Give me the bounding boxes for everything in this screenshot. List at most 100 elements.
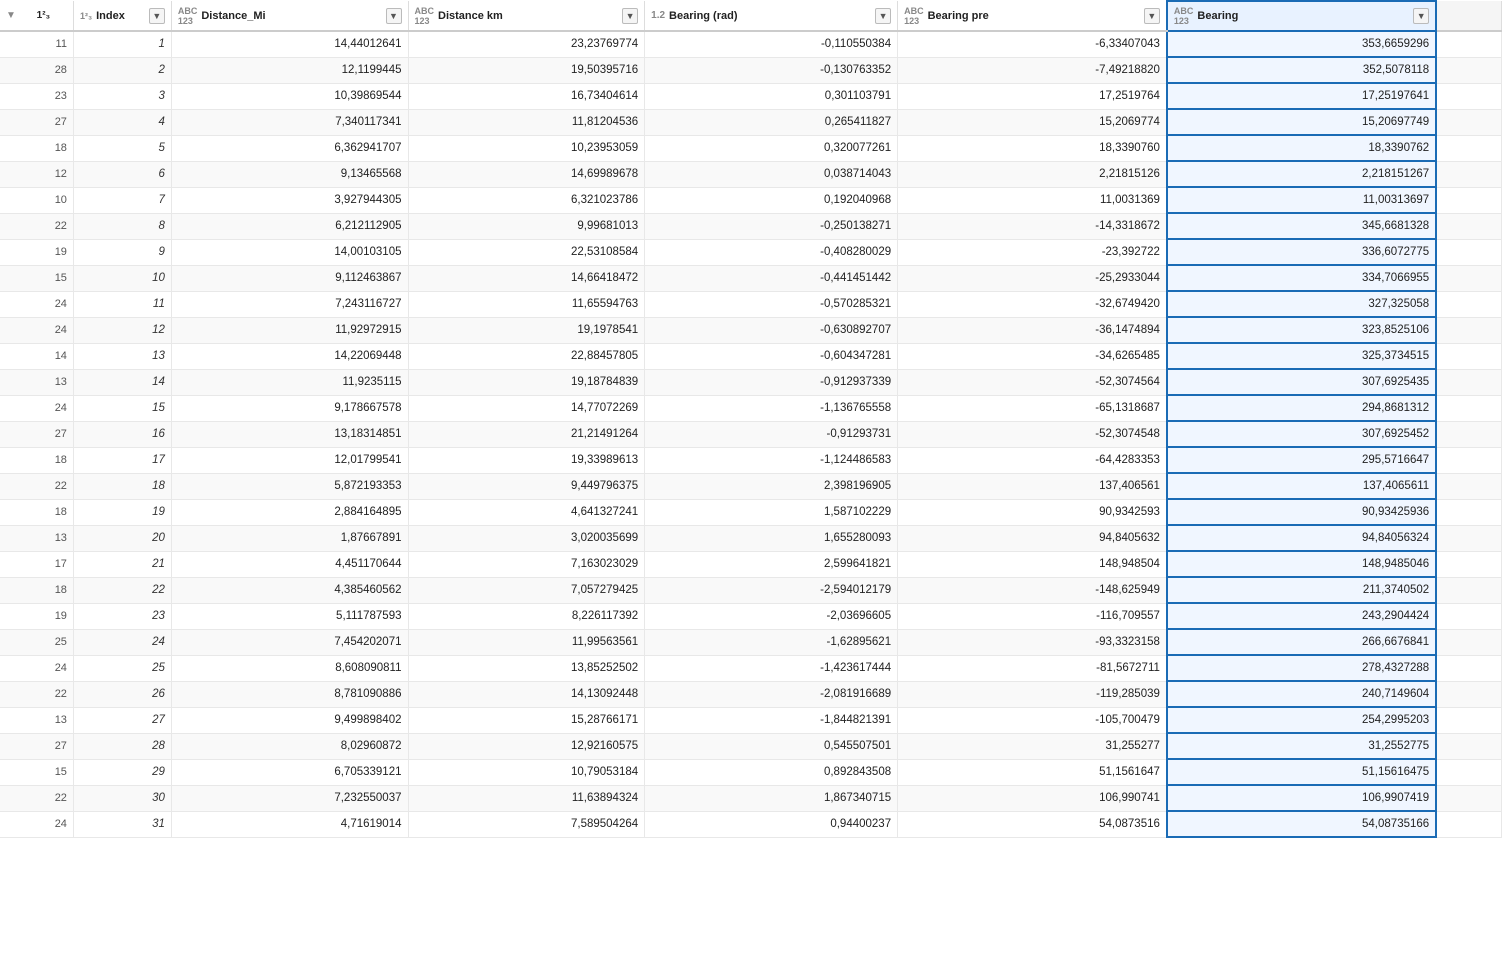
table-cell: -2,081916689 <box>645 681 898 707</box>
row-idx-icon: ▼ <box>6 10 16 21</box>
bearing-filter-btn[interactable]: ▼ <box>1413 8 1429 24</box>
table-cell: 13,85252502 <box>408 655 645 681</box>
table-cell: 1,587102229 <box>645 499 898 525</box>
table-cell <box>1436 473 1501 499</box>
table-cell: -34,6265485 <box>898 343 1167 369</box>
table-cell: 14,69989678 <box>408 161 645 187</box>
table-cell: 137,406561 <box>898 473 1167 499</box>
table-cell: 2,884164895 <box>171 499 408 525</box>
table-cell: 10,23953059 <box>408 135 645 161</box>
table-cell: 24 <box>0 317 73 343</box>
bearing-rad-filter-btn[interactable]: ▼ <box>875 8 891 24</box>
table-cell <box>1436 655 1501 681</box>
table-cell: 8,781090886 <box>171 681 408 707</box>
col-header-bearing-rad: 1.2 Bearing (rad) ▼ <box>645 1 898 31</box>
table-cell: 26 <box>73 681 171 707</box>
table-cell: 148,9485046 <box>1167 551 1436 577</box>
table-cell: -0,250138271 <box>645 213 898 239</box>
table-row: 141314,2206944822,88457805-0,604347281-3… <box>0 343 1502 369</box>
table-cell: 307,6925435 <box>1167 369 1436 395</box>
index-filter-btn[interactable]: ▼ <box>149 8 165 24</box>
table-cell: 4,71619014 <box>171 811 408 837</box>
table-cell: -0,630892707 <box>645 317 898 343</box>
table-cell <box>1436 265 1501 291</box>
table-cell: 211,3740502 <box>1167 577 1436 603</box>
table-cell: 1,87667891 <box>171 525 408 551</box>
table-cell: 13 <box>0 707 73 733</box>
table-cell: 19 <box>0 603 73 629</box>
table-row: 15296,70533912110,790531840,89284350851,… <box>0 759 1502 785</box>
table-cell: 90,9342593 <box>898 499 1167 525</box>
table-cell: 24 <box>0 811 73 837</box>
table-row: 19914,0010310522,53108584-0,408280029-23… <box>0 239 1502 265</box>
table-row: 11114,4401264123,23769774-0,110550384-6,… <box>0 31 1502 57</box>
table-cell: 19,1978541 <box>408 317 645 343</box>
table-row: 271613,1831485121,21491264-0,91293731-52… <box>0 421 1502 447</box>
col-bearing-label: Bearing <box>1197 10 1409 22</box>
table-cell: 1,655280093 <box>645 525 898 551</box>
table-cell <box>1436 421 1501 447</box>
table-cell: 94,84056324 <box>1167 525 1436 551</box>
table-cell: 17 <box>0 551 73 577</box>
table-cell: 15,2069774 <box>898 109 1167 135</box>
table-cell: 18,3390760 <box>898 135 1167 161</box>
table-cell: 30 <box>73 785 171 811</box>
table-cell: 336,6072775 <box>1167 239 1436 265</box>
table-cell <box>1436 369 1501 395</box>
table-cell: 8,226117392 <box>408 603 645 629</box>
table-cell: 12 <box>73 317 171 343</box>
table-cell: 7,057279425 <box>408 577 645 603</box>
table-row: 28212,119944519,50395716-0,130763352-7,4… <box>0 57 1502 83</box>
data-table: ▼ 1²₃ 1²₃ Index ▼ ABC123 Distance_Mi <box>0 0 1502 838</box>
table-row: 1269,1346556814,699896780,0387140432,218… <box>0 161 1502 187</box>
table-cell: 9,178667578 <box>171 395 408 421</box>
table-row: 1856,36294170710,239530590,32007726118,3… <box>0 135 1502 161</box>
table-cell: 6,321023786 <box>408 187 645 213</box>
dist-km-filter-btn[interactable]: ▼ <box>622 8 638 24</box>
table-cell: 9,449796375 <box>408 473 645 499</box>
table-cell: 7,340117341 <box>171 109 408 135</box>
bearing-pre-filter-btn[interactable]: ▼ <box>1144 8 1160 24</box>
col-header-bearing-pre: ABC123 Bearing pre ▼ <box>898 1 1167 31</box>
table-cell: 14,13092448 <box>408 681 645 707</box>
table-row: 18192,8841648954,6413272411,58710222990,… <box>0 499 1502 525</box>
table-cell: 51,15616475 <box>1167 759 1436 785</box>
table-cell: 240,7149604 <box>1167 681 1436 707</box>
table-cell <box>1436 785 1501 811</box>
table-cell: -52,3074548 <box>898 421 1167 447</box>
table-cell: 16,73404614 <box>408 83 645 109</box>
col-row-idx-label: 1²₃ <box>20 10 67 21</box>
table-cell: 6,705339121 <box>171 759 408 785</box>
table-row: 19235,1117875938,226117392-2,03696605-11… <box>0 603 1502 629</box>
table-cell: 6 <box>73 161 171 187</box>
table-row: 15109,11246386714,66418472-0,441451442-2… <box>0 265 1502 291</box>
table-cell: 15,28766171 <box>408 707 645 733</box>
table-row: 24159,17866757814,77072269-1,136765558-6… <box>0 395 1502 421</box>
table-cell: 17,2519764 <box>898 83 1167 109</box>
table-cell: -1,124486583 <box>645 447 898 473</box>
table-cell: 5,111787593 <box>171 603 408 629</box>
dist-mi-filter-btn[interactable]: ▼ <box>386 8 402 24</box>
table-header-row: ▼ 1²₃ 1²₃ Index ▼ ABC123 Distance_Mi <box>0 1 1502 31</box>
table-cell <box>1436 343 1501 369</box>
table-cell: 22 <box>73 577 171 603</box>
table-cell: 28 <box>0 57 73 83</box>
table-cell: -6,33407043 <box>898 31 1167 57</box>
table-cell <box>1436 161 1501 187</box>
col-header-distance-km: ABC123 Distance km ▼ <box>408 1 645 31</box>
col-header-distance-mi: ABC123 Distance_Mi ▼ <box>171 1 408 31</box>
table-cell <box>1436 83 1501 109</box>
table-cell: 9 <box>73 239 171 265</box>
table-cell: 325,3734515 <box>1167 343 1436 369</box>
table-cell: 295,5716647 <box>1167 447 1436 473</box>
table-cell: 7,163023029 <box>408 551 645 577</box>
table-cell: 18 <box>0 447 73 473</box>
table-cell: -1,844821391 <box>645 707 898 733</box>
table-cell <box>1436 239 1501 265</box>
col-index-label: Index <box>96 10 145 22</box>
table-cell: 327,325058 <box>1167 291 1436 317</box>
table-cell: 14,66418472 <box>408 265 645 291</box>
dist-mi-type-icon: ABC123 <box>178 6 198 26</box>
table-cell: 10 <box>73 265 171 291</box>
table-cell: 4,451170644 <box>171 551 408 577</box>
